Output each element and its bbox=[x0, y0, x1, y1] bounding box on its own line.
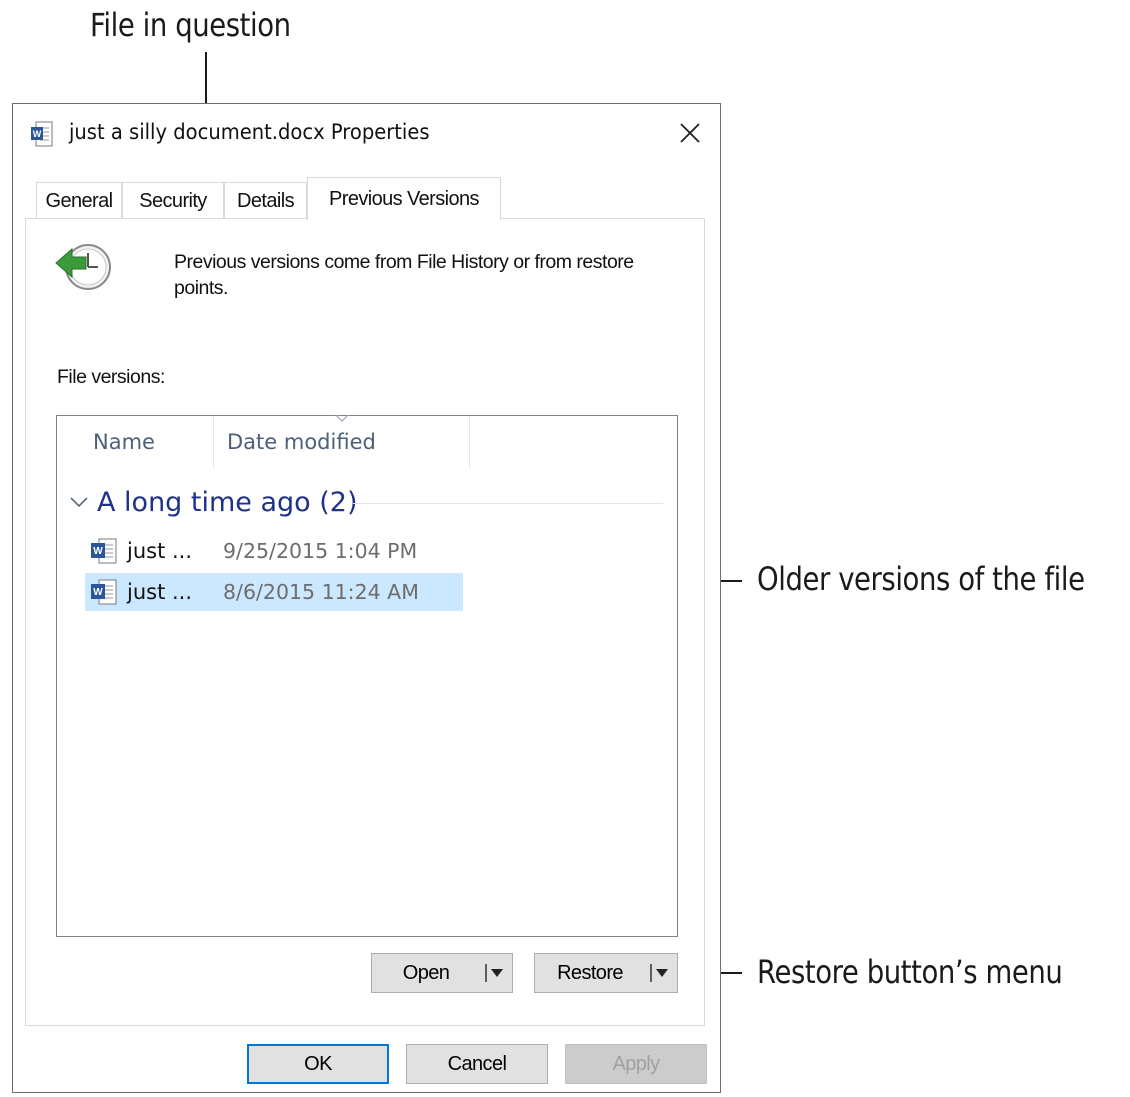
cancel-button[interactable]: Cancel bbox=[406, 1044, 548, 1084]
version-date: 8/6/2015 11:24 AM bbox=[223, 580, 419, 604]
restore-menu-callout: Restore button’s menu bbox=[757, 953, 1063, 991]
column-header-date-modified[interactable]: Date modified bbox=[213, 416, 469, 468]
open-dropdown-arrow[interactable] bbox=[480, 954, 512, 992]
ok-button[interactable]: OK bbox=[247, 1044, 389, 1084]
chevron-down-icon bbox=[70, 497, 88, 508]
dialog-title: just a silly document.docx Properties bbox=[69, 120, 430, 144]
group-divider bbox=[353, 503, 663, 504]
group-header[interactable]: A long time ago (2) bbox=[69, 484, 358, 520]
previous-versions-panel: Previous versions come from File History… bbox=[25, 218, 705, 1026]
svg-text:W: W bbox=[93, 546, 103, 557]
word-document-icon: W bbox=[91, 579, 117, 605]
tab-previous-versions[interactable]: Previous Versions bbox=[307, 177, 501, 220]
restore-button[interactable]: Restore bbox=[534, 953, 678, 993]
tab-strip: General Security Details Previous Versio… bbox=[27, 177, 707, 220]
close-icon bbox=[680, 123, 700, 143]
open-button[interactable]: Open bbox=[371, 953, 513, 993]
column-header-name[interactable]: Name bbox=[79, 416, 213, 468]
title-bar: W just a silly document.docx Properties bbox=[13, 104, 720, 164]
word-document-icon: W bbox=[91, 538, 117, 564]
tab-security[interactable]: Security bbox=[122, 182, 224, 219]
tab-details[interactable]: Details bbox=[224, 182, 307, 219]
svg-text:W: W bbox=[93, 587, 103, 598]
older-versions-callout: Older versions of the file bbox=[757, 560, 1085, 598]
chevron-down-icon bbox=[485, 964, 503, 982]
info-text: Previous versions come from File History… bbox=[174, 251, 634, 299]
properties-dialog: W just a silly document.docx Properties … bbox=[12, 103, 721, 1093]
previous-versions-clock-icon bbox=[55, 244, 111, 290]
version-row[interactable]: W just ... 9/25/2015 1:04 PM bbox=[85, 532, 463, 570]
version-date: 9/25/2015 1:04 PM bbox=[223, 539, 418, 563]
restore-button-label: Restore bbox=[557, 961, 623, 984]
version-name: just ... bbox=[127, 580, 193, 604]
word-document-icon: W bbox=[31, 121, 53, 147]
file-versions-list[interactable]: Name Date modified A long time ago (2) W… bbox=[56, 414, 678, 937]
chevron-down-icon bbox=[650, 964, 668, 982]
svg-text:W: W bbox=[33, 129, 42, 139]
tab-general[interactable]: General bbox=[36, 182, 122, 219]
restore-dropdown-arrow[interactable] bbox=[645, 954, 677, 992]
column-separator bbox=[469, 416, 470, 468]
group-header-label: A long time ago (2) bbox=[97, 486, 358, 518]
close-button[interactable] bbox=[660, 104, 720, 162]
file-in-question-callout: File in question bbox=[90, 6, 291, 44]
version-row-selected[interactable]: W just ... 8/6/2015 11:24 AM bbox=[85, 573, 463, 611]
file-versions-label: File versions: bbox=[57, 366, 165, 388]
open-button-label: Open bbox=[402, 961, 450, 984]
version-name: just ... bbox=[127, 539, 193, 563]
apply-button[interactable]: Apply bbox=[565, 1044, 707, 1084]
